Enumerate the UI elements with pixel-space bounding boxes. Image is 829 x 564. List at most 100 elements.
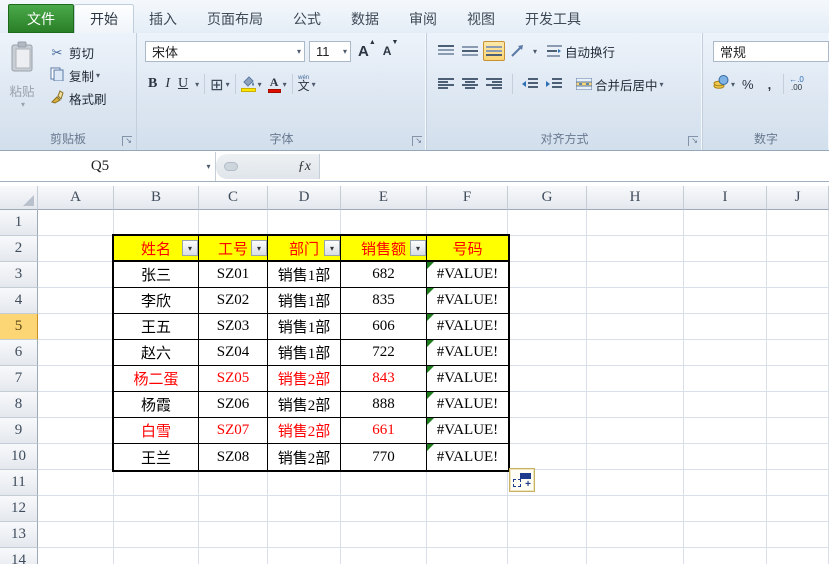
cell-I11[interactable] (684, 470, 767, 496)
cell-E12[interactable] (341, 496, 427, 522)
table-cell[interactable]: 王五 (114, 314, 199, 340)
cell-I8[interactable] (684, 392, 767, 418)
cell-H5[interactable] (587, 314, 684, 340)
table-cell[interactable]: SZ05 (199, 366, 268, 392)
row-header-13[interactable]: 13 (0, 522, 38, 548)
cell-A6[interactable] (38, 340, 114, 366)
clipboard-dialog-launcher[interactable]: ↘ (122, 136, 132, 146)
column-header-E[interactable]: E (341, 186, 427, 210)
cell-H4[interactable] (587, 288, 684, 314)
table-cell[interactable]: 销售2部 (268, 418, 341, 444)
orientation-icon[interactable] (507, 41, 529, 61)
table-cell[interactable]: #VALUE! (427, 418, 508, 444)
table-cell[interactable]: SZ06 (199, 392, 268, 418)
cell-F12[interactable] (427, 496, 508, 522)
table-header-4[interactable]: 销售额▾ (341, 236, 427, 262)
cell-B13[interactable] (114, 522, 199, 548)
table-cell[interactable]: #VALUE! (427, 444, 508, 470)
column-header-G[interactable]: G (508, 186, 587, 210)
decrease-font-icon[interactable]: A▼ (383, 44, 399, 58)
row-header-8[interactable]: 8 (0, 392, 38, 418)
font-size-combo[interactable]: 11 ▾ (309, 41, 351, 62)
font-color-button[interactable]: A (268, 76, 281, 93)
row-header-5[interactable]: 5 (0, 314, 38, 340)
cell-C11[interactable] (199, 470, 268, 496)
cell-G10[interactable] (508, 444, 587, 470)
cell-E14[interactable] (341, 548, 427, 564)
table-cell[interactable]: 白雪 (114, 418, 199, 444)
borders-dropdown-icon[interactable]: ▾ (226, 80, 230, 89)
cell-A12[interactable] (38, 496, 114, 522)
table-cell[interactable]: 770 (341, 444, 427, 470)
cell-A5[interactable] (38, 314, 114, 340)
increase-font-icon[interactable]: A▲ (358, 43, 376, 60)
table-cell[interactable]: 888 (341, 392, 427, 418)
cell-H8[interactable] (587, 392, 684, 418)
row-header-7[interactable]: 7 (0, 366, 38, 392)
cell-C12[interactable] (199, 496, 268, 522)
cell-B12[interactable] (114, 496, 199, 522)
row-header-12[interactable]: 12 (0, 496, 38, 522)
cell-B14[interactable] (114, 548, 199, 564)
cell-G2[interactable] (508, 236, 587, 262)
cell-I13[interactable] (684, 522, 767, 548)
insert-function-icon[interactable]: ƒx (298, 159, 311, 175)
cell-J4[interactable] (767, 288, 829, 314)
cell-J6[interactable] (767, 340, 829, 366)
column-header-I[interactable]: I (684, 186, 767, 210)
underline-button[interactable]: U (175, 74, 191, 94)
table-cell[interactable]: 销售1部 (268, 262, 341, 288)
underline-dropdown-icon[interactable]: ▾ (195, 80, 199, 89)
row-header-11[interactable]: 11 (0, 470, 38, 496)
row-header-1[interactable]: 1 (0, 210, 38, 236)
increase-indent-icon[interactable] (542, 74, 564, 94)
cell-A11[interactable] (38, 470, 114, 496)
table-cell[interactable]: 661 (341, 418, 427, 444)
cell-G4[interactable] (508, 288, 587, 314)
name-box[interactable]: Q5 (0, 152, 200, 181)
cell-A13[interactable] (38, 522, 114, 548)
orientation-dropdown-icon[interactable]: ▾ (533, 47, 537, 56)
cell-D11[interactable] (268, 470, 341, 496)
cell-J10[interactable] (767, 444, 829, 470)
name-box-dropdown-icon[interactable]: ▾ (200, 152, 216, 181)
copy-button[interactable]: 复制 ▾ (44, 64, 111, 87)
column-header-A[interactable]: A (38, 186, 114, 210)
formula-input[interactable] (320, 152, 829, 181)
align-top-icon[interactable] (435, 41, 457, 61)
cell-A14[interactable] (38, 548, 114, 564)
cell-J7[interactable] (767, 366, 829, 392)
merge-center-button[interactable]: 合并后居中 ▾ (576, 75, 664, 94)
tab-view[interactable]: 视图 (452, 5, 510, 33)
table-cell[interactable]: 杨霞 (114, 392, 199, 418)
cell-D1[interactable] (268, 210, 341, 236)
table-cell[interactable]: SZ07 (199, 418, 268, 444)
table-cell[interactable]: 杨二蛋 (114, 366, 199, 392)
paste-dropdown-icon[interactable]: ▾ (21, 100, 25, 109)
fill-color-button[interactable] (241, 76, 256, 92)
align-left-icon[interactable] (435, 74, 457, 94)
align-bottom-icon[interactable] (483, 41, 505, 61)
cell-D14[interactable] (268, 548, 341, 564)
column-header-J[interactable]: J (767, 186, 829, 210)
tab-data[interactable]: 数据 (336, 5, 394, 33)
table-cell[interactable]: 销售1部 (268, 340, 341, 366)
cell-E11[interactable] (341, 470, 427, 496)
filter-dropdown-icon[interactable]: ▾ (410, 240, 426, 256)
cell-J8[interactable] (767, 392, 829, 418)
cell-I1[interactable] (684, 210, 767, 236)
tab-file[interactable]: 文件 (8, 4, 74, 33)
cell-D13[interactable] (268, 522, 341, 548)
table-header-2[interactable]: 工号▾ (199, 236, 268, 262)
table-header-5[interactable]: 号码 (427, 236, 508, 262)
cell-I14[interactable] (684, 548, 767, 564)
cell-A4[interactable] (38, 288, 114, 314)
table-cell[interactable]: #VALUE! (427, 392, 508, 418)
cell-F1[interactable] (427, 210, 508, 236)
cell-I10[interactable] (684, 444, 767, 470)
cell-A3[interactable] (38, 262, 114, 288)
fill-color-dropdown-icon[interactable]: ▾ (258, 80, 262, 89)
tab-insert[interactable]: 插入 (134, 5, 192, 33)
cell-C1[interactable] (199, 210, 268, 236)
cell-A10[interactable] (38, 444, 114, 470)
